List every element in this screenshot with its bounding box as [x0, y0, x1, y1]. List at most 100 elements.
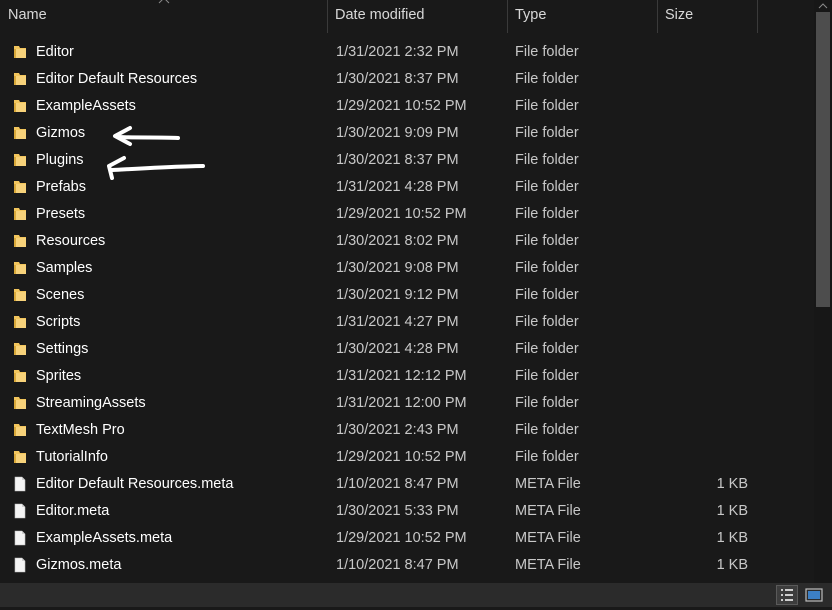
large-icons-view-button[interactable] — [803, 585, 825, 605]
file-size: 1 KB — [716, 530, 748, 546]
date-modified: 1/10/2021 8:47 PM — [336, 557, 459, 573]
date-modified: 1/30/2021 2:43 PM — [336, 422, 459, 438]
file-row[interactable]: TutorialInfo 1/29/2021 10:52 PM File folde… — [0, 444, 814, 471]
file-row[interactable]: Sprites 1/31/2021 12:12 PM File folder — [0, 363, 814, 390]
date-modified: 1/30/2021 8:37 PM — [336, 152, 459, 168]
file-row[interactable]: StreamingAssets 1/31/2021 12:00 PM File fo… — [0, 390, 814, 417]
file-icon — [14, 476, 26, 492]
file-row[interactable]: ExampleAssets.meta 1/29/2021 10:52 PM META… — [0, 525, 814, 552]
folder-icon — [14, 451, 26, 463]
folder-icon — [14, 235, 26, 247]
file-name: Editor Default Resources — [36, 71, 198, 87]
file-type: META File — [515, 476, 581, 492]
file-type: File folder — [515, 206, 579, 222]
date-modified: 1/29/2021 10:52 PM — [336, 530, 467, 546]
file-type: META File — [515, 557, 581, 573]
date-modified: 1/31/2021 2:32 PM — [336, 44, 459, 60]
file-type: File folder — [515, 368, 579, 384]
scroll-up-icon[interactable] — [814, 0, 832, 12]
file-name: Prefabs — [36, 179, 86, 195]
file-row[interactable]: ExampleAssets 1/29/2021 10:52 PM File fold… — [0, 93, 814, 120]
date-modified: 1/30/2021 9:08 PM — [336, 260, 459, 276]
date-modified: 1/30/2021 9:09 PM — [336, 125, 459, 141]
column-divider[interactable] — [757, 0, 758, 33]
file-name: TutorialInfo — [36, 449, 108, 465]
file-row[interactable]: Prefabs 1/31/2021 4:28 PM File folder — [0, 174, 814, 201]
folder-icon — [14, 316, 26, 328]
file-size: 1 KB — [716, 557, 748, 573]
file-name: Sprites — [36, 368, 82, 384]
file-name: Settings — [36, 341, 89, 357]
date-modified: 1/29/2021 10:52 PM — [336, 98, 467, 114]
file-row[interactable]: Editor 1/31/2021 2:32 PM File folder — [0, 39, 814, 66]
date-modified: 1/31/2021 12:12 PM — [336, 368, 467, 384]
column-header-row: Name Date modified Type Size — [0, 0, 814, 33]
file-name: StreamingAssets — [36, 395, 146, 411]
file-size: 1 KB — [716, 476, 748, 492]
file-type: META File — [515, 530, 581, 546]
file-name: Presets — [36, 206, 86, 222]
date-modified: 1/30/2021 5:33 PM — [336, 503, 459, 519]
file-name: Resources — [36, 233, 106, 249]
details-view-button[interactable] — [776, 585, 798, 605]
scrollbar-thumb[interactable] — [816, 12, 830, 307]
file-size: 1 KB — [716, 503, 748, 519]
file-explorer-window: Name Date modified Type Size Editor 1/31/… — [0, 0, 832, 607]
file-name: Scripts — [36, 314, 81, 330]
date-modified: 1/31/2021 4:28 PM — [336, 179, 459, 195]
file-row[interactable]: Gizmos 1/30/2021 9:09 PM File folder — [0, 120, 814, 147]
file-type: File folder — [515, 233, 579, 249]
column-header-date[interactable]: Date modified — [327, 0, 507, 33]
file-icon — [14, 503, 26, 519]
file-type: File folder — [515, 449, 579, 465]
file-row[interactable]: Scripts 1/31/2021 4:27 PM File folder — [0, 309, 814, 336]
file-type: META File — [515, 503, 581, 519]
file-name: Gizmos — [36, 125, 86, 141]
date-modified: 1/31/2021 4:27 PM — [336, 314, 459, 330]
details-view-icon — [781, 589, 793, 601]
file-row[interactable]: Editor Default Resources.meta 1/10/2021 8… — [0, 471, 814, 498]
file-type: File folder — [515, 260, 579, 276]
file-row[interactable]: Resources 1/30/2021 8:02 PM File folder — [0, 228, 814, 255]
folder-icon — [14, 181, 26, 193]
file-name: TextMesh Pro — [36, 422, 125, 438]
file-name: Editor.meta — [36, 503, 110, 519]
file-row[interactable]: TextMesh Pro 1/30/2021 2:43 PM File folder — [0, 417, 814, 444]
file-row[interactable]: Settings 1/30/2021 4:28 PM File folder — [0, 336, 814, 363]
date-modified: 1/29/2021 10:52 PM — [336, 206, 467, 222]
date-modified: 1/29/2021 10:52 PM — [336, 449, 467, 465]
file-name: Scenes — [36, 287, 85, 303]
file-row[interactable]: Editor.meta 1/30/2021 5:33 PM META File 1 K… — [0, 498, 814, 525]
file-row[interactable]: Plugins 1/30/2021 8:37 PM File folder — [0, 147, 814, 174]
folder-icon — [14, 208, 26, 220]
date-modified: 1/30/2021 9:12 PM — [336, 287, 459, 303]
column-header-name[interactable]: Name — [0, 0, 328, 33]
file-row[interactable]: Editor Default Resources 1/30/2021 8:37 P… — [0, 66, 814, 93]
date-modified: 1/30/2021 4:28 PM — [336, 341, 459, 357]
file-type: File folder — [515, 287, 579, 303]
file-type: File folder — [515, 179, 579, 195]
file-name: Editor Default Resources.meta — [36, 476, 234, 492]
file-type: File folder — [515, 422, 579, 438]
file-name: Gizmos.meta — [36, 557, 122, 573]
folder-icon — [14, 100, 26, 112]
file-name: Samples — [36, 260, 93, 276]
status-bar — [0, 583, 832, 607]
column-header-size[interactable]: Size — [657, 0, 757, 33]
file-name: Plugins — [36, 152, 84, 168]
file-type: File folder — [515, 314, 579, 330]
date-modified: 1/31/2021 12:00 PM — [336, 395, 467, 411]
file-icon — [14, 557, 26, 573]
folder-icon — [14, 370, 26, 382]
file-row[interactable]: Scenes 1/30/2021 9:12 PM File folder — [0, 282, 814, 309]
date-modified: 1/30/2021 8:37 PM — [336, 71, 459, 87]
file-name: ExampleAssets.meta — [36, 530, 173, 546]
file-row[interactable]: Gizmos.meta 1/10/2021 8:47 PM META File 1 K… — [0, 552, 814, 579]
column-header-type[interactable]: Type — [507, 0, 657, 33]
folder-icon — [14, 289, 26, 301]
file-type: File folder — [515, 71, 579, 87]
date-modified: 1/10/2021 8:47 PM — [336, 476, 459, 492]
file-type: File folder — [515, 125, 579, 141]
file-row[interactable]: Presets 1/29/2021 10:52 PM File folder — [0, 201, 814, 228]
file-row[interactable]: Samples 1/30/2021 9:08 PM File folder — [0, 255, 814, 282]
